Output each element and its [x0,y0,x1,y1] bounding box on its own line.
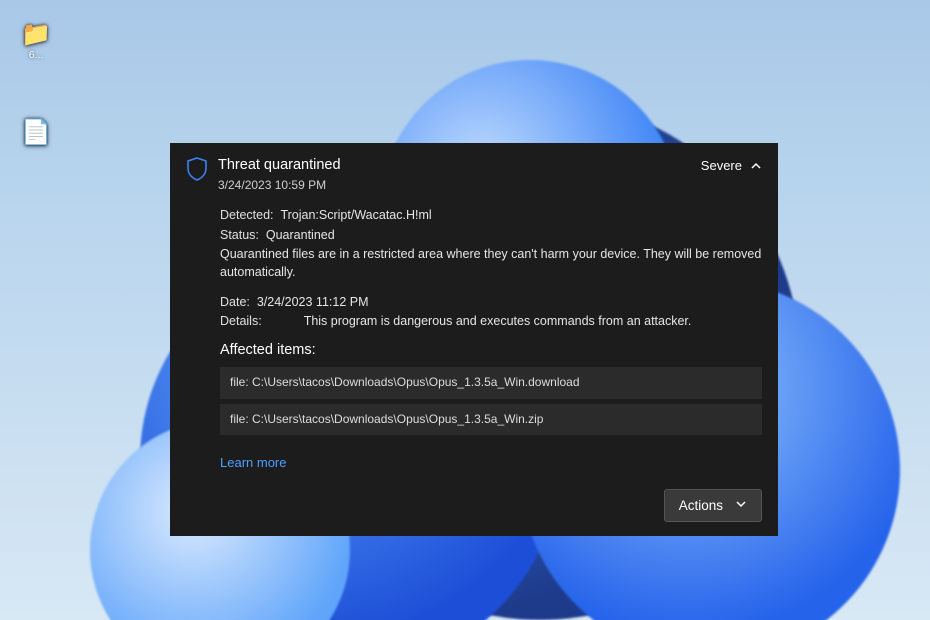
chevron-up-icon [750,160,762,172]
detected-label: Detected: [220,208,274,222]
actions-button[interactable]: Actions [664,489,762,523]
details-value: This program is dangerous and executes c… [304,312,692,330]
panel-timestamp: 3/24/2023 10:59 PM [218,177,691,194]
desktop-icon[interactable]: 📄 [6,118,66,147]
shield-icon [186,157,208,186]
chevron-down-icon [735,496,747,516]
panel-title: Threat quarantined [218,155,691,176]
threat-panel: Threat quarantined 3/24/2023 10:59 PM Se… [170,143,778,536]
details-label: Details: [220,312,262,330]
detected-value: Trojan:Script/Wacatac.H!ml [280,208,431,222]
panel-header: Threat quarantined 3/24/2023 10:59 PM Se… [186,155,762,194]
affected-file-item[interactable]: file: C:\Users\tacos\Downloads\Opus\Opus… [220,367,762,398]
date-label: Date: [220,295,250,309]
file-icon: 📄 [6,118,66,147]
severity-toggle[interactable]: Severe [701,155,762,176]
desktop-icon[interactable]: 📁 6... [6,20,66,61]
affected-items-title: Affected items: [220,340,762,361]
affected-file-item[interactable]: file: C:\Users\tacos\Downloads\Opus\Opus… [220,404,762,435]
date-value: 3/24/2023 11:12 PM [257,295,369,309]
folder-icon: 📁 [6,20,66,49]
severity-label: Severe [701,157,742,176]
desktop-icon-label: 6... [29,49,44,61]
threat-description: Quarantined files are in a restricted ar… [220,245,762,281]
status-value: Quarantined [266,228,335,242]
learn-more-link[interactable]: Learn more [220,454,286,473]
status-label: Status: [220,228,259,242]
actions-button-label: Actions [679,496,723,516]
